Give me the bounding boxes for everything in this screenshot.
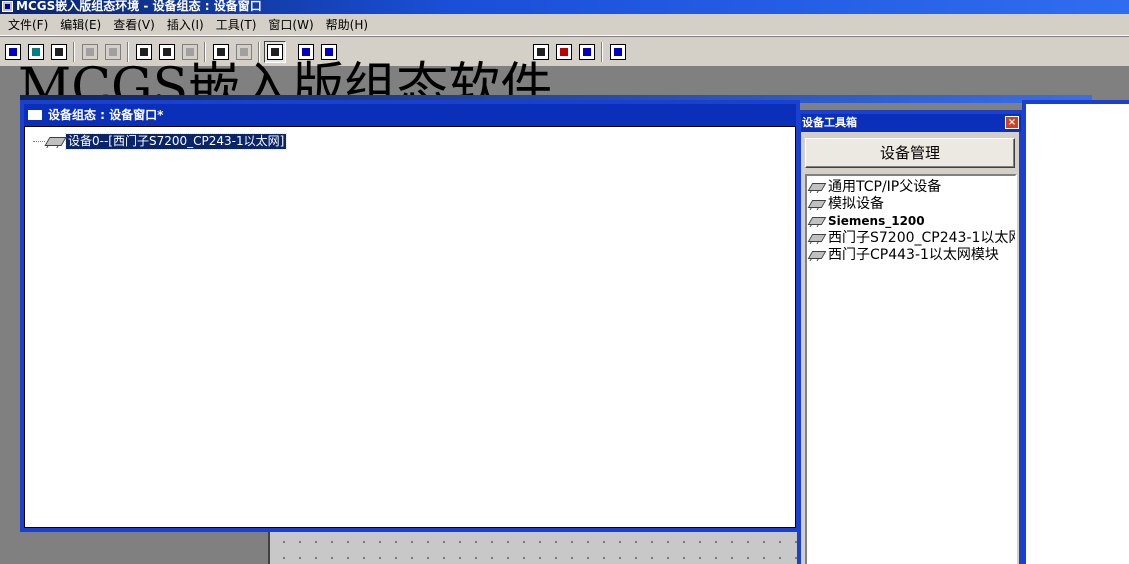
device-window-titlebar[interactable]: 设备组态 : 设备窗口*: [24, 104, 796, 126]
app-title: MCGS嵌入版组态环境 - 设备组态 : 设备窗口: [16, 0, 262, 13]
menu-edit[interactable]: 编辑(E): [54, 15, 107, 35]
device-tree-icon: [298, 44, 314, 60]
device-tree-alt-icon: [321, 44, 337, 60]
list-item[interactable]: 西门子CP443-1以太网模块: [807, 246, 999, 263]
toolbar-separator: [601, 42, 603, 62]
device-manage-button[interactable]: 设备管理: [805, 138, 1015, 168]
new-window-icon: [5, 44, 21, 60]
menu-tools[interactable]: 工具(T): [210, 15, 263, 35]
menu-window[interactable]: 窗口(W): [262, 15, 319, 35]
device-window[interactable]: 设备组态 : 设备窗口* 设备0--[西门子S7200_CP243-1以太网]: [20, 100, 800, 532]
device-chip-icon: [807, 250, 827, 259]
list-item-label: 通用TCP/IP父设备: [828, 178, 942, 195]
cut-icon: [136, 44, 152, 60]
device-chip-icon: [44, 136, 67, 146]
list-item[interactable]: 通用TCP/IP父设备: [807, 178, 942, 195]
tree-item-device0[interactable]: 设备0--[西门子S7200_CP243-1以太网]: [44, 132, 288, 150]
tree-item-label[interactable]: 设备0--[西门子S7200_CP243-1以太网]: [64, 132, 288, 150]
device-tree[interactable]: 设备0--[西门子S7200_CP243-1以太网]: [24, 126, 796, 528]
open-icon: [28, 44, 44, 60]
list-item-label: 西门子CP443-1以太网模块: [828, 246, 999, 263]
save-icon: [51, 44, 67, 60]
device-window-title: 设备组态 : 设备窗口*: [48, 108, 164, 122]
device-chip-icon: [807, 199, 827, 208]
toolbar-separator: [127, 42, 129, 62]
print-icon: [82, 44, 98, 60]
toolbox-title: 设备工具箱: [802, 116, 857, 129]
help-icon: [610, 44, 626, 60]
undo-icon: [213, 44, 229, 60]
toolbar-separator: [258, 42, 260, 62]
tools-icon: [267, 44, 283, 60]
check-icon: [556, 44, 572, 60]
toolbox-device-list[interactable]: 通用TCP/IP父设备 模拟设备 Siemens_1200 西门子S7200_C…: [805, 174, 1017, 564]
menu-insert[interactable]: 插入(I): [161, 15, 210, 35]
right-pane: [1025, 100, 1129, 564]
tree-branch-line: [33, 141, 45, 142]
app-icon[interactable]: [2, 1, 13, 12]
toolbox-titlebar[interactable]: 设备工具箱 ×: [801, 114, 1021, 132]
print-preview-icon: [105, 44, 121, 60]
toolbar-separator: [73, 42, 75, 62]
device-chip-icon: [807, 233, 827, 242]
redo-icon: [236, 44, 252, 60]
list-item-label: 模拟设备: [828, 195, 884, 212]
device-chip-icon: [807, 216, 827, 225]
menu-view[interactable]: 查看(V): [107, 15, 161, 35]
list-item[interactable]: 西门子S7200_CP243-1以太网: [807, 229, 1017, 246]
app-titlebar: MCGS嵌入版组态环境 - 设备组态 : 设备窗口: [0, 0, 1129, 14]
list-item[interactable]: Siemens_1200: [807, 212, 925, 229]
paste-icon: [182, 44, 198, 60]
copy-icon: [159, 44, 175, 60]
list-icon: [579, 44, 595, 60]
list-item-label: Siemens_1200: [828, 213, 925, 228]
device-chip-icon: [807, 182, 827, 191]
toolbox-body: 设备管理 通用TCP/IP父设备 模拟设备 Siemens_1200 西门子S7…: [801, 132, 1021, 564]
list-item-label: 西门子S7200_CP243-1以太网: [828, 229, 1017, 246]
menu-file[interactable]: 文件(F): [2, 15, 54, 35]
list-item[interactable]: 模拟设备: [807, 195, 884, 212]
toolbox-close-button[interactable]: ×: [1005, 116, 1019, 129]
properties-icon: [533, 44, 549, 60]
window-icon: [28, 110, 42, 120]
toolbar-separator: [204, 42, 206, 62]
device-toolbox[interactable]: 设备工具箱 × 设备管理 通用TCP/IP父设备 模拟设备 Siemens_12…: [797, 110, 1025, 564]
menu-bar: 文件(F) 编辑(E) 查看(V) 插入(I) 工具(T) 窗口(W) 帮助(H…: [0, 14, 1129, 36]
menu-help[interactable]: 帮助(H): [320, 15, 374, 35]
